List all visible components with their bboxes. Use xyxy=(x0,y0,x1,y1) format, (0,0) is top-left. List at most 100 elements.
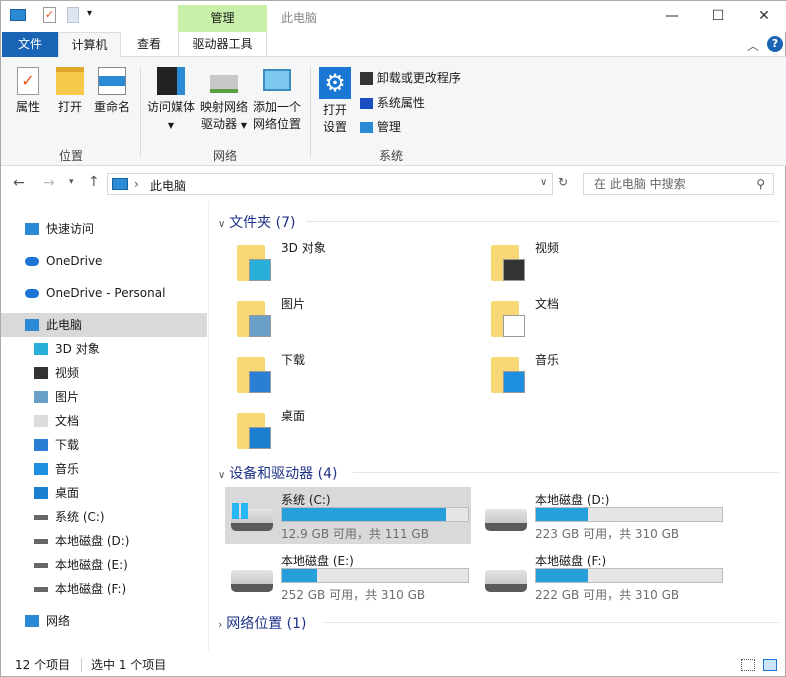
folder-item[interactable]: 文档 xyxy=(465,293,715,349)
tab-file[interactable]: 文件 xyxy=(2,32,58,57)
tab-drive-tools[interactable]: 驱动器工具 xyxy=(178,32,267,57)
folder-item[interactable]: 3D 对象 xyxy=(211,237,461,293)
properties-button[interactable]: ✓ 属性 xyxy=(11,67,45,116)
address-bar[interactable]: › 此电脑 ∨ xyxy=(107,173,553,195)
system-properties-button[interactable]: 系统属性 xyxy=(360,94,425,111)
drive-item[interactable]: 本地磁盘 (E:) 252 GB 可用，共 310 GB xyxy=(225,548,471,605)
computer-icon xyxy=(25,319,39,331)
nav-item-label: 图片 xyxy=(55,390,80,404)
folder-label: 音乐 xyxy=(535,353,560,367)
new-folder-quick-icon[interactable] xyxy=(67,7,79,23)
properties-icon: ✓ xyxy=(17,67,39,95)
customize-quick-access-icon[interactable]: ▾ xyxy=(87,8,92,19)
ribbon-tabs: 文件 计算机 查看 驱动器工具 ︿ ? xyxy=(1,32,786,58)
media-server-icon xyxy=(157,67,185,95)
nav-item[interactable]: 本地磁盘 (E:) xyxy=(1,553,207,577)
network-section-header[interactable]: › 网络位置 (1) xyxy=(218,613,307,633)
folders-section-title: 文件夹 (7) xyxy=(229,215,296,231)
video-icon xyxy=(34,367,48,379)
folder-icon xyxy=(491,295,527,339)
folder-item[interactable]: 音乐 xyxy=(465,349,715,405)
search-input[interactable]: 在 此电脑 中搜索 ⚲ xyxy=(583,173,774,195)
details-view-button[interactable] xyxy=(741,659,755,671)
access-media-button[interactable]: 访问媒体 ▼ xyxy=(145,67,197,134)
navigation-pane: 快速访问 OneDrive OneDrive - Personal 此电脑 3D 对象视… xyxy=(1,201,208,651)
properties-label: 属性 xyxy=(15,100,40,114)
chevron-down-icon: ∨ xyxy=(218,219,226,230)
drive-name: 本地磁盘 (D:) xyxy=(535,493,610,507)
cube-icon xyxy=(34,343,48,355)
breadcrumb-separator: › xyxy=(134,177,139,191)
nav-item[interactable]: OneDrive - Personal xyxy=(1,281,207,305)
large-icons-view-button[interactable] xyxy=(763,659,777,671)
tab-computer[interactable]: 计算机 xyxy=(58,32,121,58)
collapse-ribbon-icon[interactable]: ︿ xyxy=(747,37,759,54)
drive-free-space: 12.9 GB 可用，共 111 GB xyxy=(281,527,429,541)
computer-icon xyxy=(10,9,26,21)
drive-item[interactable]: 本地磁盘 (F:) 222 GB 可用，共 310 GB xyxy=(479,548,725,605)
nav-item[interactable]: 音乐 xyxy=(1,457,207,481)
nav-item-label: 此电脑 xyxy=(46,318,83,332)
cloud-icon xyxy=(25,289,39,298)
nav-item-label: OneDrive xyxy=(46,254,103,268)
nav-item[interactable]: 系统 (C:) xyxy=(1,505,207,529)
close-button[interactable]: ✕ xyxy=(741,1,786,32)
hard-drive-icon xyxy=(231,570,273,592)
folder-item[interactable]: 图片 xyxy=(211,293,461,349)
help-icon[interactable]: ? xyxy=(767,36,783,52)
divider xyxy=(140,67,141,157)
folder-item[interactable]: 下载 xyxy=(211,349,461,405)
properties-quick-icon[interactable]: ✓ xyxy=(43,7,56,23)
pane-divider[interactable] xyxy=(208,201,209,651)
folder-item[interactable]: 桌面 xyxy=(211,405,461,461)
nav-item[interactable]: 下载 xyxy=(1,433,207,457)
nav-item[interactable]: 本地磁盘 (F:) xyxy=(1,577,207,601)
folder-icon xyxy=(237,407,273,451)
recent-locations-icon[interactable]: ▾ xyxy=(69,177,74,187)
nav-item[interactable]: 图片 xyxy=(1,385,207,409)
open-settings-button[interactable]: ⚙ 打开 设置 xyxy=(317,67,353,136)
back-button[interactable]: ← xyxy=(13,175,25,191)
ribbon: ✓ 属性 打开 重命名 位置 访问媒体 ▼ 映射网络 驱动器 ▼ 添加一个 网络位置 … xyxy=(1,57,786,166)
up-button[interactable]: ↑ xyxy=(88,174,100,190)
folder-icon xyxy=(491,351,527,395)
nav-item[interactable]: 视频 xyxy=(1,361,207,385)
devices-section-title: 设备和驱动器 (4) xyxy=(229,466,338,482)
open-button[interactable]: 打开 xyxy=(54,67,86,116)
map-network-drive-button[interactable]: 映射网络 驱动器 ▼ xyxy=(198,75,250,134)
drive-item[interactable]: 系统 (C:) 12.9 GB 可用，共 111 GB xyxy=(225,487,471,544)
divider xyxy=(323,622,779,623)
manage-button[interactable]: 管理 xyxy=(360,118,401,135)
open-settings-label-2: 设置 xyxy=(322,120,347,134)
minimize-button[interactable]: — xyxy=(649,1,695,32)
drive-name: 本地磁盘 (E:) xyxy=(281,554,354,568)
refresh-button[interactable]: ↻ xyxy=(558,175,568,189)
nav-item[interactable]: OneDrive xyxy=(1,249,207,273)
uninstall-button[interactable]: 卸载或更改程序 xyxy=(360,69,461,86)
nav-item-label: 3D 对象 xyxy=(55,342,100,356)
add-network-location-button[interactable]: 添加一个 网络位置 xyxy=(251,69,303,133)
folders-section-header[interactable]: ∨ 文件夹 (7) xyxy=(218,212,295,232)
devices-section-header[interactable]: ∨ 设备和驱动器 (4) xyxy=(218,463,337,483)
nav-item[interactable]: 3D 对象 xyxy=(1,337,207,361)
address-dropdown-icon[interactable]: ∨ xyxy=(540,177,547,188)
maximize-button[interactable]: ☐ xyxy=(695,1,741,32)
drive-item[interactable]: 本地磁盘 (D:) 223 GB 可用，共 310 GB xyxy=(479,487,725,544)
tab-view[interactable]: 查看 xyxy=(123,32,175,57)
drive-icon xyxy=(34,515,48,520)
nav-item[interactable]: 网络 xyxy=(1,609,207,633)
nav-item[interactable]: 本地磁盘 (D:) xyxy=(1,529,207,553)
music-icon xyxy=(34,463,48,475)
manage-label: 管理 xyxy=(376,120,401,134)
nav-item[interactable]: 桌面 xyxy=(1,481,207,505)
nav-item[interactable]: 此电脑 xyxy=(1,313,207,337)
folder-item[interactable]: 视频 xyxy=(465,237,715,293)
nav-item[interactable]: 快速访问 xyxy=(1,217,207,241)
nav-item[interactable]: 文档 xyxy=(1,409,207,433)
folder-icon xyxy=(237,295,273,339)
network-section-title: 网络位置 (1) xyxy=(226,616,307,632)
folder-label: 图片 xyxy=(281,297,306,311)
rename-button[interactable]: 重命名 xyxy=(91,67,133,116)
breadcrumb-this-pc[interactable]: 此电脑 xyxy=(150,177,186,194)
forward-button[interactable]: → xyxy=(43,175,55,191)
